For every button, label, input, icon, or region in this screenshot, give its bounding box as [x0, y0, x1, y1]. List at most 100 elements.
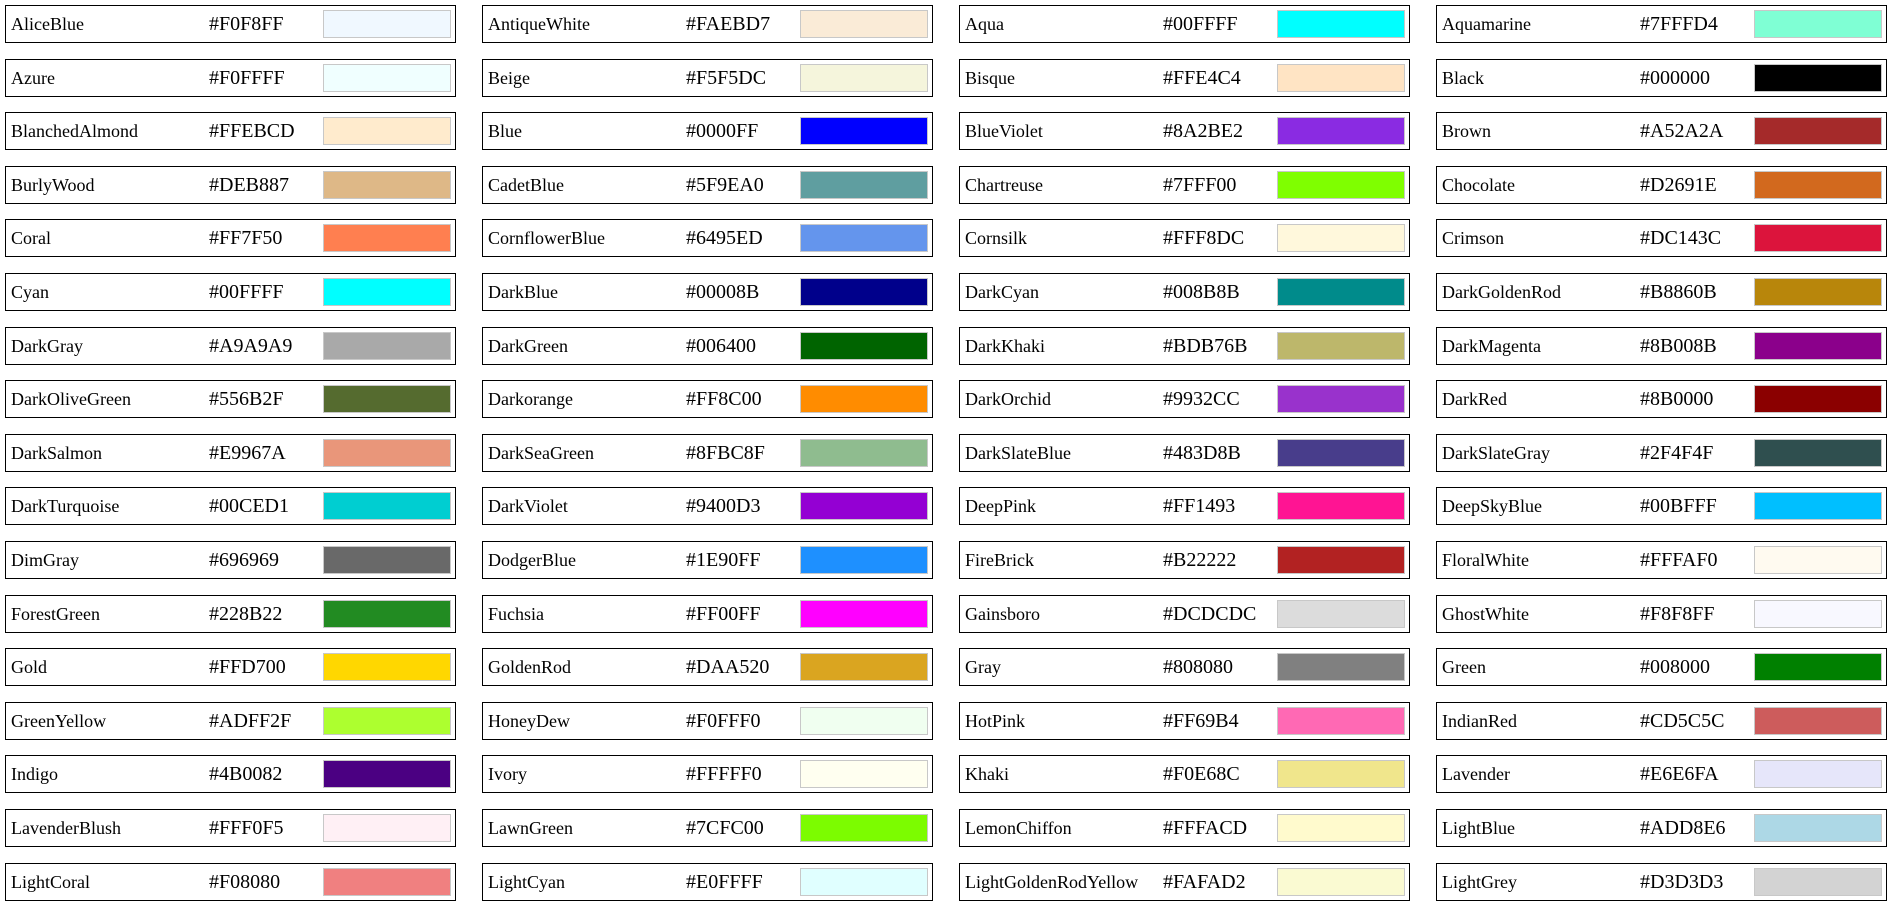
- color-cell: CadetBlue #5F9EA0: [482, 165, 933, 204]
- color-cell: Gold #FFD700: [5, 648, 456, 687]
- color-hex-code: #A52A2A: [1640, 120, 1724, 143]
- color-name: DarkViolet: [488, 496, 568, 517]
- color-swatch: [323, 599, 451, 628]
- color-swatch: [1277, 170, 1405, 199]
- color-name: Chocolate: [1442, 174, 1515, 195]
- color-name: DeepSkyBlue: [1442, 496, 1542, 517]
- color-name: LightCyan: [488, 871, 565, 892]
- color-name: ForestGreen: [11, 603, 100, 624]
- color-cell: DarkGreen #006400: [482, 326, 933, 365]
- color-swatch: [800, 706, 928, 735]
- color-cell: Ivory #FFFFF0: [482, 755, 933, 794]
- color-cell: HotPink #FF69B4: [959, 701, 1410, 740]
- color-cell: Lavender #E6E6FA: [1436, 755, 1887, 794]
- color-hex-code: #00008B: [686, 280, 760, 303]
- color-hex-code: #FAEBD7: [686, 13, 771, 35]
- color-swatch: [323, 277, 451, 306]
- color-cell: Azure #F0FFFF: [5, 58, 456, 97]
- color-cell: DarkKhaki #BDB76B: [959, 326, 1410, 365]
- color-cell: DarkSalmon #E9967A: [5, 433, 456, 472]
- color-cell: AntiqueWhite #FAEBD7: [482, 5, 933, 43]
- color-cell: LightCoral #F08080: [5, 862, 456, 901]
- color-swatch: [800, 492, 928, 521]
- color-swatch: [1277, 117, 1405, 146]
- color-cell: Fuchsia #FF00FF: [482, 594, 933, 633]
- color-swatch: [1277, 224, 1405, 253]
- color-swatch: [800, 385, 928, 414]
- color-name: Coral: [11, 228, 51, 249]
- color-cell: BlueViolet #8A2BE2: [959, 112, 1410, 151]
- color-hex-code: #00CED1: [209, 495, 289, 518]
- color-name: DarkKhaki: [965, 335, 1045, 356]
- color-hex-code: #F0FFFF: [209, 66, 285, 89]
- color-name: GoldenRod: [488, 657, 571, 678]
- color-swatch: [800, 63, 928, 92]
- color-cell: FloralWhite #FFFAF0: [1436, 540, 1887, 579]
- color-hex-code: #556B2F: [209, 388, 284, 411]
- color-cell: DarkCyan #008B8B: [959, 272, 1410, 311]
- color-swatch: [1277, 760, 1405, 789]
- color-cell: DarkGray #A9A9A9: [5, 326, 456, 365]
- color-name: Cornsilk: [965, 228, 1028, 249]
- color-name: Blue: [488, 121, 522, 142]
- color-swatch: [800, 653, 928, 682]
- color-cell: BurlyWood #DEB887: [5, 165, 456, 204]
- color-name: DeepPink: [965, 496, 1036, 517]
- color-hex-code: #9932CC: [1163, 388, 1240, 411]
- color-cell: DeepPink #FF1493: [959, 487, 1410, 526]
- color-name: DarkGray: [11, 335, 83, 356]
- color-name: DarkCyan: [965, 281, 1039, 302]
- color-name: HoneyDew: [488, 710, 570, 731]
- color-cell: GhostWhite #F8F8FF: [1436, 594, 1887, 633]
- color-hex-code: #FFD700: [209, 656, 286, 679]
- color-cell: DarkViolet #9400D3: [482, 487, 933, 526]
- color-cell: Aqua #00FFFF: [959, 5, 1410, 43]
- color-name: FloralWhite: [1442, 549, 1529, 570]
- color-swatch: [1754, 331, 1882, 360]
- color-swatch: [323, 706, 451, 735]
- color-name: LemonChiffon: [965, 817, 1072, 838]
- color-name: IndianRed: [1442, 710, 1517, 731]
- color-cell: LightCyan #E0FFFF: [482, 862, 933, 901]
- color-swatch: [1754, 545, 1882, 574]
- color-hex-code: #B8860B: [1640, 280, 1717, 303]
- color-hex-code: #2F4F4F: [1640, 441, 1714, 464]
- color-name: Ivory: [488, 764, 527, 785]
- color-hex-code: #FFF0F5: [209, 816, 284, 839]
- color-hex-code: #F08080: [209, 870, 281, 893]
- color-name: LightGrey: [1442, 871, 1517, 892]
- color-hex-code: #FAFAD2: [1163, 870, 1246, 893]
- color-swatch: [800, 10, 928, 38]
- color-cell: HoneyDew #F0FFF0: [482, 701, 933, 740]
- color-swatch: [800, 813, 928, 842]
- color-hex-code: #BDB76B: [1163, 334, 1248, 357]
- color-name: DarkOrchid: [965, 389, 1051, 410]
- color-cell: GoldenRod #DAA520: [482, 648, 933, 687]
- color-cell: Blue #0000FF: [482, 112, 933, 151]
- color-cell: DodgerBlue #1E90FF: [482, 540, 933, 579]
- color-name: Crimson: [1442, 228, 1505, 249]
- color-cell: Coral #FF7F50: [5, 219, 456, 258]
- color-cell: Gainsboro #DCDCDC: [959, 594, 1410, 633]
- color-name: Green: [1442, 657, 1486, 678]
- color-name: Indigo: [11, 764, 58, 785]
- color-hex-code: #D2691E: [1640, 173, 1717, 196]
- color-swatch: [800, 170, 928, 199]
- color-hex-code: #F0F8FF: [209, 13, 284, 35]
- color-hex-code: #8B008B: [1640, 334, 1717, 357]
- color-cell: DarkRed #8B0000: [1436, 380, 1887, 419]
- color-cell: DeepSkyBlue #00BFFF: [1436, 487, 1887, 526]
- color-name: Cyan: [11, 281, 49, 302]
- color-swatch: [800, 599, 928, 628]
- color-name: DarkRed: [1442, 389, 1507, 410]
- color-name: LightCoral: [11, 871, 90, 892]
- color-hex-code: #FF69B4: [1163, 709, 1239, 732]
- color-swatch: [800, 277, 928, 306]
- color-name: CadetBlue: [488, 174, 564, 195]
- color-swatch: [800, 867, 928, 896]
- color-cell: LemonChiffon #FFFACD: [959, 808, 1410, 847]
- color-cell: Black #000000: [1436, 58, 1887, 97]
- color-swatch: [1754, 63, 1882, 92]
- color-cell: AliceBlue #F0F8FF: [5, 5, 456, 43]
- color-cell: DimGray #696969: [5, 540, 456, 579]
